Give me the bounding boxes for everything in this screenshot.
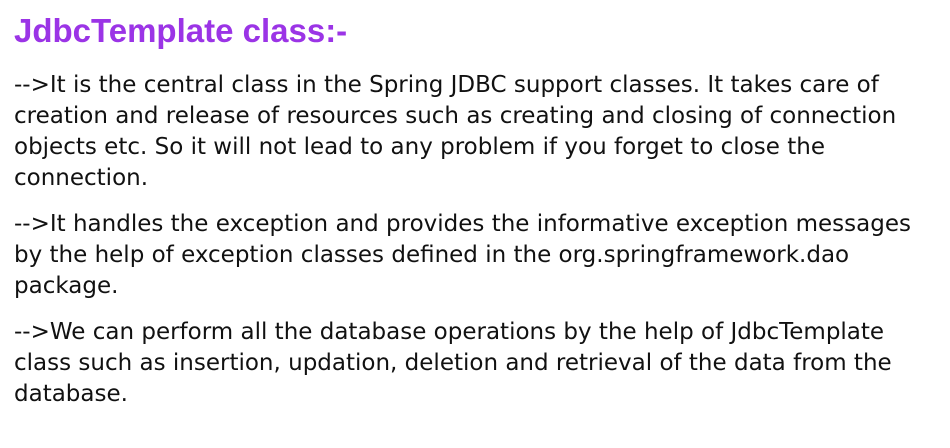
slide-content: JdbcTemplate class:- -->It is the centra… <box>0 0 950 448</box>
paragraph-database-operations: -->We can perform all the database opera… <box>14 319 892 407</box>
slide-title: JdbcTemplate class:- <box>14 12 348 49</box>
paragraph-exception-handling: -->It handles the exception and provides… <box>14 211 911 299</box>
paragraph-central-class: -->It is the central class in the Spring… <box>14 72 897 191</box>
